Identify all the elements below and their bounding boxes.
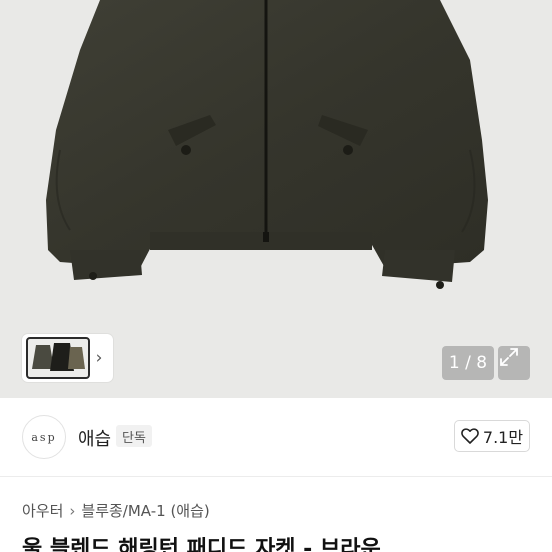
product-image[interactable]: › 1 / 8	[0, 0, 552, 398]
thumbnail-colors[interactable]	[26, 337, 90, 379]
like-button[interactable]: 7.1만	[454, 420, 530, 452]
expand-icon	[500, 348, 518, 366]
product-title: 울 블렌드 해링턴 패디드 자켓 - 브라운	[22, 537, 381, 552]
thumbnail-strip[interactable]: ›	[22, 334, 113, 382]
breadcrumb-item-outer[interactable]: 아우터	[22, 500, 63, 521]
shop-name[interactable]: 애습	[78, 425, 111, 451]
color-variants-icon	[32, 343, 85, 371]
breadcrumb-item-blouson[interactable]: 블루종/MA-1 (애습)	[81, 500, 209, 521]
shop-avatar[interactable]: asp	[22, 415, 66, 459]
exclusive-badge: 단독	[116, 425, 152, 447]
chevron-right-icon: ›	[69, 501, 76, 520]
shop-row: asp 애습 단독 7.1만	[0, 398, 552, 476]
image-counter: 1 / 8	[442, 346, 494, 380]
divider	[0, 476, 552, 477]
like-count: 7.1만	[482, 428, 524, 447]
heart-icon	[461, 428, 479, 444]
breadcrumb: 아우터 › 블루종/MA-1 (애습)	[22, 500, 210, 521]
chevron-right-icon[interactable]: ›	[90, 337, 108, 379]
expand-button[interactable]	[498, 346, 530, 380]
